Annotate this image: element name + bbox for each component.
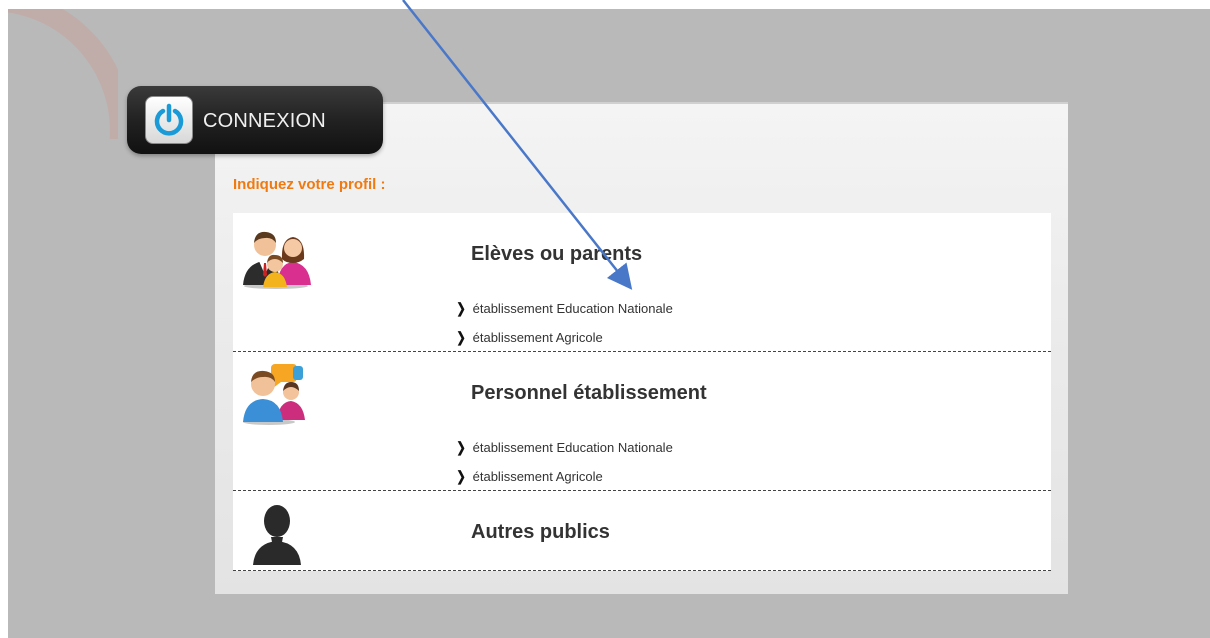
decorative-swoosh <box>8 9 118 139</box>
power-icon <box>145 96 193 144</box>
chevron-right-icon: ❯ <box>456 300 466 316</box>
link-label: établissement Agricole <box>472 330 603 345</box>
connexion-label: CONNEXION <box>203 110 326 132</box>
profile-list: Elèves ou parents ❯ établissement Educat… <box>233 213 1051 571</box>
profile-title[interactable]: Elèves ou parents <box>471 243 642 266</box>
profile-prompt: Indiquez votre profil : <box>233 176 386 193</box>
profile-title[interactable]: Personnel établissement <box>471 382 707 405</box>
link-education-nationale[interactable]: ❯ établissement Education Nationale <box>455 299 673 328</box>
person-silhouette-icon <box>239 497 313 567</box>
staff-icon <box>239 358 313 428</box>
profile-students-parents: Elèves ou parents ❯ établissement Educat… <box>233 213 1051 352</box>
profile-links: ❯ établissement Education Nationale ❯ ét… <box>455 299 673 357</box>
profile-other-public: Autres publics <box>233 491 1051 571</box>
chevron-right-icon: ❯ <box>456 439 466 455</box>
profile-links: ❯ établissement Education Nationale ❯ ét… <box>455 438 673 496</box>
link-label: établissement Agricole <box>472 469 603 484</box>
link-education-nationale[interactable]: ❯ établissement Education Nationale <box>455 438 673 467</box>
link-label: établissement Education Nationale <box>472 440 673 455</box>
chevron-right-icon: ❯ <box>456 468 466 484</box>
connexion-button[interactable]: CONNEXION <box>127 86 383 154</box>
link-label: établissement Education Nationale <box>472 301 673 316</box>
profile-title[interactable]: Autres publics <box>471 521 610 544</box>
chevron-right-icon: ❯ <box>456 329 466 345</box>
profile-staff: Personnel établissement ❯ établissement … <box>233 352 1051 491</box>
family-icon <box>239 219 313 289</box>
